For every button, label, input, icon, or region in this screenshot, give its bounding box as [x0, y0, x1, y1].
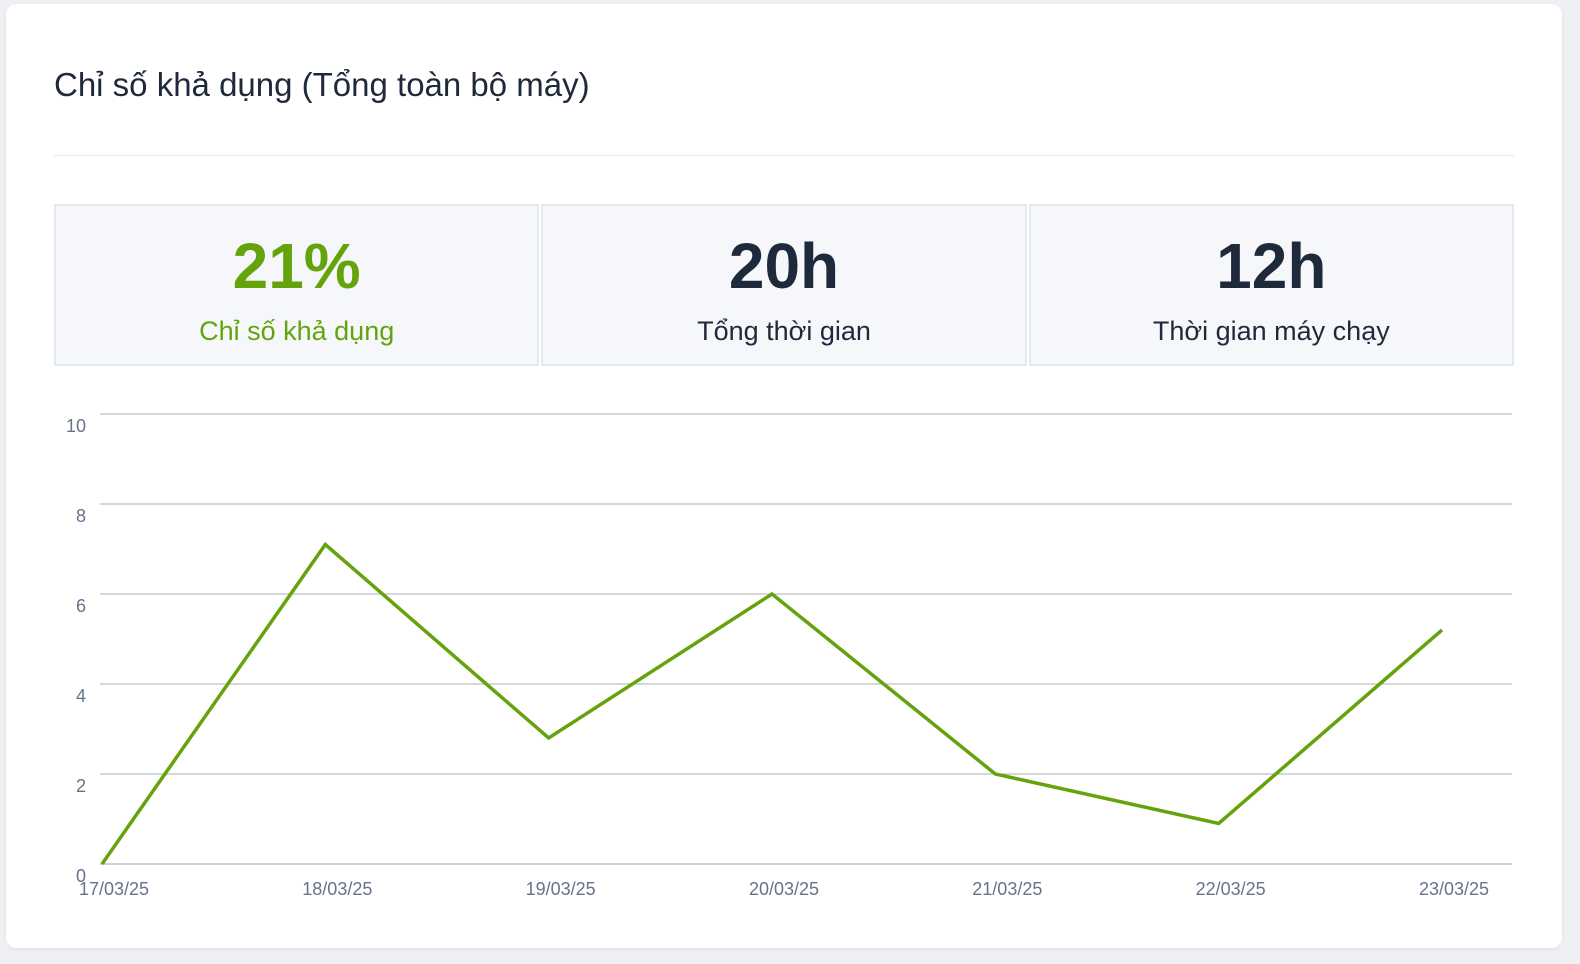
x-tick-label: 22/03/25	[1196, 879, 1266, 899]
y-tick-label: 2	[76, 776, 86, 796]
x-tick-label: 18/03/25	[302, 879, 372, 899]
x-tick-label: 23/03/25	[1419, 879, 1489, 899]
y-tick-label: 4	[76, 686, 86, 706]
series-line-0	[100, 541, 1444, 866]
availability-line-chart: 024681017/03/25 18/03/25 19/03/25 20/03/25 2…	[66, 413, 1512, 899]
x-tick-label: 21/03/25	[972, 879, 1042, 899]
x-tick-label: 20/03/25	[749, 879, 819, 899]
y-tick-label: 8	[76, 506, 86, 526]
y-tick-label: 6	[76, 596, 86, 616]
x-tick-label: 17/03/25	[79, 879, 149, 899]
x-tick-label: 19/03/25	[526, 879, 596, 899]
y-tick-label: 10	[66, 416, 86, 436]
